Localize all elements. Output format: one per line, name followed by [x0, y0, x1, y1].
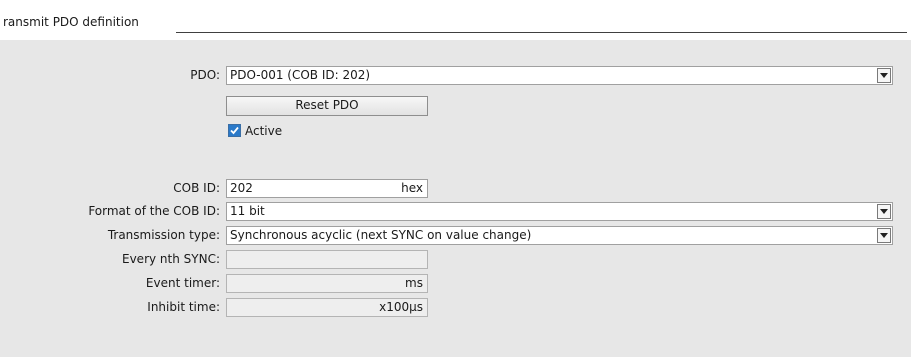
event-timer-input[interactable]: ms [226, 274, 428, 293]
transmission-type-value: Synchronous acyclic (next SYNC on value … [230, 228, 532, 242]
section-header: ransmit PDO definition [0, 0, 911, 40]
inhibit-time-unit: x100µs [379, 300, 423, 314]
transmission-type-label: Transmission type: [107, 228, 220, 242]
pdo-select-value: PDO-001 (COB ID: 202) [230, 68, 371, 82]
chevron-down-icon[interactable] [877, 68, 891, 83]
active-checkbox-label[interactable]: Active [245, 124, 282, 138]
section-divider [176, 32, 907, 33]
chevron-down-icon[interactable] [877, 204, 891, 219]
cob-format-value: 11 bit [230, 204, 265, 218]
active-checkbox[interactable] [228, 124, 241, 137]
chevron-down-icon[interactable] [877, 228, 891, 243]
nth-sync-label: Every nth SYNC: [122, 252, 220, 266]
pdo-settings-panel: PDO: PDO-001 (COB ID: 202) Reset PDO Act… [0, 40, 911, 357]
cob-id-value: 202 [230, 181, 253, 195]
event-timer-unit: ms [405, 276, 423, 290]
cob-id-label: COB ID: [173, 181, 220, 195]
cob-format-select[interactable]: 11 bit [226, 202, 893, 221]
nth-sync-input[interactable] [226, 250, 428, 269]
cob-format-label: Format of the COB ID: [88, 204, 220, 218]
pdo-label: PDO: [190, 68, 220, 82]
inhibit-time-label: Inhibit time: [147, 300, 220, 314]
check-icon [230, 126, 239, 135]
transmission-type-select[interactable]: Synchronous acyclic (next SYNC on value … [226, 226, 893, 245]
pdo-definition-page: ransmit PDO definition PDO: PDO-001 (COB… [0, 0, 911, 357]
inhibit-time-input[interactable]: x100µs [226, 298, 428, 317]
cob-id-unit: hex [401, 181, 423, 195]
section-title: ransmit PDO definition [3, 15, 139, 29]
cob-id-input[interactable]: 202 hex [226, 179, 428, 198]
event-timer-label: Event timer: [145, 276, 220, 290]
pdo-select[interactable]: PDO-001 (COB ID: 202) [226, 66, 893, 85]
reset-pdo-button[interactable]: Reset PDO [226, 96, 428, 116]
